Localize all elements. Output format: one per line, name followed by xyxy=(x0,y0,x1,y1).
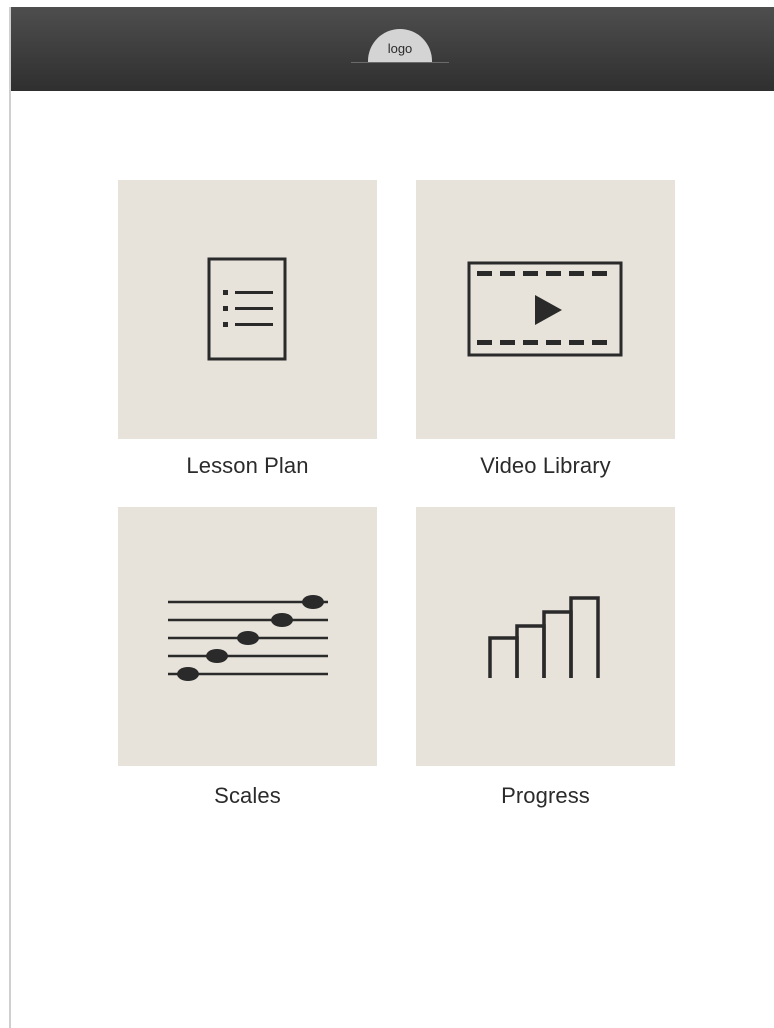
scales-tile[interactable] xyxy=(118,507,377,766)
progress-tile[interactable] xyxy=(416,507,675,766)
top-edge xyxy=(0,0,774,7)
progress-label[interactable]: Progress xyxy=(416,783,675,809)
app-screen: logo Lesson Plan Video Library Scales Pr… xyxy=(9,7,774,1028)
document-list-icon xyxy=(207,257,289,363)
logo[interactable]: logo xyxy=(368,29,432,63)
logo-text: logo xyxy=(387,40,413,56)
music-staff-icon xyxy=(166,589,330,685)
app-header: logo xyxy=(11,7,774,91)
bar-chart-icon xyxy=(487,594,605,680)
video-player-icon xyxy=(467,261,625,359)
video-library-tile[interactable] xyxy=(416,180,675,439)
video-library-label[interactable]: Video Library xyxy=(416,453,675,479)
scales-label[interactable]: Scales xyxy=(118,783,377,809)
lesson-plan-label[interactable]: Lesson Plan xyxy=(118,453,377,479)
logo-underline xyxy=(351,62,449,63)
lesson-plan-tile[interactable] xyxy=(118,180,377,439)
